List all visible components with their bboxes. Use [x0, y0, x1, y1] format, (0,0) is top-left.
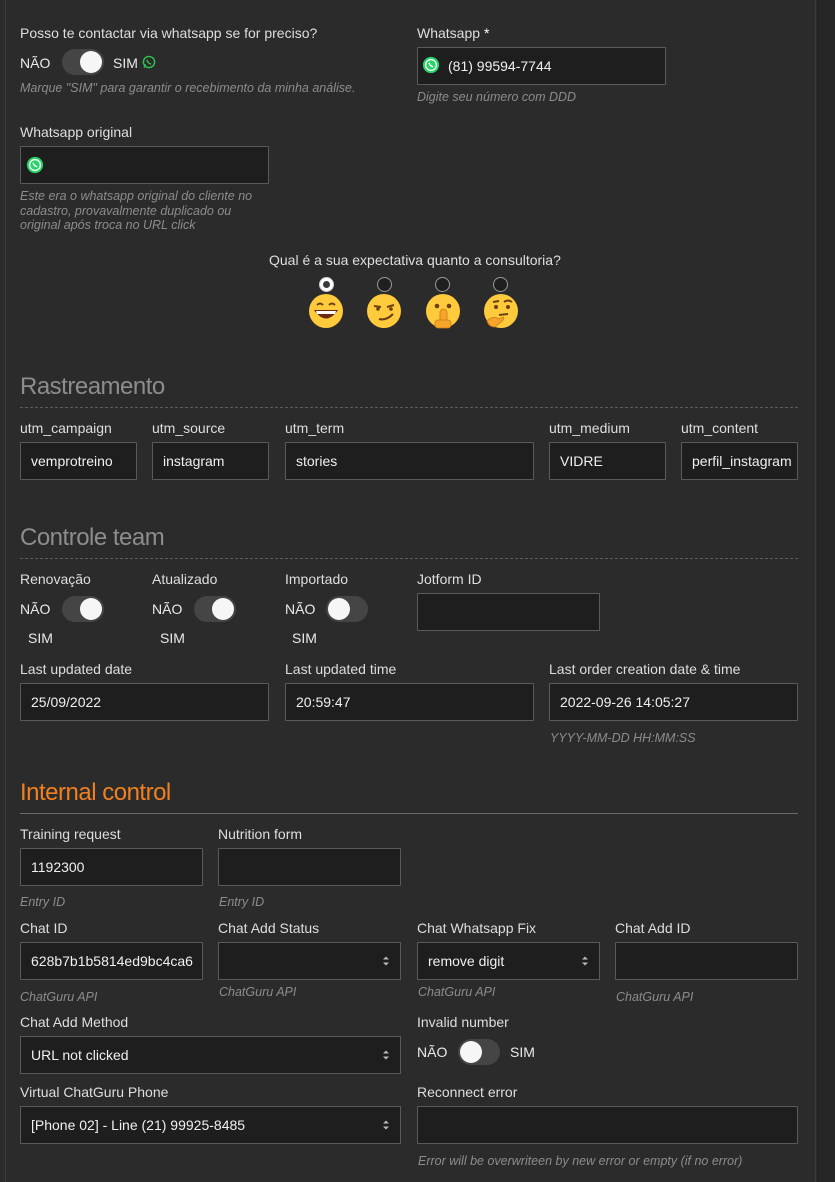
- chat-wa-fix-hint: ChatGuru API: [418, 985, 496, 999]
- reconnect-label: Reconnect error: [417, 1084, 518, 1100]
- select-caret-icon: [582, 956, 588, 966]
- utm-medium-label: utm_medium: [549, 420, 630, 436]
- select-caret-icon: [383, 956, 389, 966]
- nutrition-input[interactable]: [218, 848, 401, 886]
- thinking-face-icon[interactable]: [483, 293, 519, 329]
- shushing-face-icon[interactable]: [425, 293, 461, 329]
- whatsapp-icon: [142, 55, 156, 69]
- internal-title: Internal control: [20, 779, 171, 806]
- utm-content-label: utm_content: [681, 420, 759, 436]
- utm-source-label: utm_source: [152, 420, 226, 436]
- chat-id-hint: ChatGuru API: [20, 990, 98, 1004]
- atualizado-no: NÃO: [152, 601, 183, 617]
- team-divider: [20, 558, 798, 559]
- expectation-radio-3[interactable]: [435, 277, 450, 292]
- chat-id-label: Chat ID: [20, 920, 68, 936]
- last-order-hint: YYYY-MM-DD HH:MM:SS: [550, 731, 696, 745]
- team-title: Controle team: [20, 524, 165, 551]
- renovacao-yes: SIM: [28, 630, 53, 646]
- virtual-phone-select[interactable]: [Phone 02] - Line (21) 99925-8485: [20, 1106, 401, 1144]
- chat-add-id-hint: ChatGuru API: [616, 990, 694, 1004]
- contact-yes-label: SIM: [113, 55, 138, 71]
- utm-content-input[interactable]: perfil_instagram: [681, 442, 798, 480]
- renovacao-label: Renovação: [20, 571, 91, 587]
- atualizado-label: Atualizado: [152, 571, 218, 587]
- whatsapp-icon: [26, 156, 44, 174]
- chat-add-id-label: Chat Add ID: [615, 920, 691, 936]
- chat-add-id-input[interactable]: [615, 942, 798, 980]
- whatsapp-label: Whatsapp *: [417, 25, 490, 41]
- last-order-input[interactable]: 2022-09-26 14:05:27: [549, 683, 798, 721]
- smirking-face-icon[interactable]: [366, 293, 402, 329]
- training-hint: Entry ID: [20, 895, 66, 909]
- last-time-input[interactable]: 20:59:47: [285, 683, 534, 721]
- original-whatsapp-input[interactable]: [20, 146, 269, 184]
- scrollbar-track[interactable]: [817, 0, 835, 1182]
- nutrition-hint: Entry ID: [219, 895, 265, 909]
- atualizado-toggle[interactable]: [194, 596, 236, 622]
- invalid-number-label: Invalid number: [417, 1014, 509, 1030]
- nutrition-label: Nutrition form: [218, 826, 303, 842]
- select-caret-icon: [383, 1120, 389, 1130]
- internal-divider: [20, 813, 798, 814]
- reconnect-hint: Error will be overwriteen by new error o…: [418, 1154, 743, 1168]
- chat-add-status-hint: ChatGuru API: [219, 985, 297, 999]
- chat-wa-fix-label: Chat Whatsapp Fix: [417, 920, 537, 936]
- invalid-number-yes: SIM: [510, 1044, 535, 1060]
- tracking-divider: [20, 407, 798, 408]
- utm-term-input[interactable]: stories: [285, 442, 534, 480]
- chat-wa-fix-select[interactable]: remove digit: [417, 942, 600, 980]
- jotform-label: Jotform ID: [417, 571, 482, 587]
- invalid-number-no: NÃO: [417, 1044, 448, 1060]
- importado-label: Importado: [285, 571, 349, 587]
- expectation-radio-1[interactable]: [319, 277, 334, 292]
- expectation-radio-4[interactable]: [493, 277, 508, 292]
- invalid-number-toggle[interactable]: [458, 1039, 500, 1065]
- last-time-label: Last updated time: [285, 661, 397, 677]
- reconnect-input[interactable]: [417, 1106, 798, 1144]
- last-date-input[interactable]: 25/09/2022: [20, 683, 269, 721]
- whatsapp-input[interactable]: (81) 99594-7744: [417, 47, 666, 85]
- utm-term-label: utm_term: [285, 420, 345, 436]
- importado-yes: SIM: [292, 630, 317, 646]
- chat-add-status-select[interactable]: [218, 942, 401, 980]
- whatsapp-hint: Digite seu número com DDD: [417, 90, 577, 104]
- renovacao-no: NÃO: [20, 601, 51, 617]
- chat-id-input[interactable]: 628b7b1b5814ed9bc4ca6: [20, 942, 203, 980]
- last-order-label: Last order creation date & time: [549, 661, 741, 677]
- whatsapp-icon: [422, 56, 440, 74]
- jotform-input[interactable]: [417, 593, 600, 631]
- expectation-question: Qual é a sua expectativa quanto a consul…: [269, 252, 561, 268]
- chat-add-status-label: Chat Add Status: [218, 920, 320, 936]
- contact-hint: Marque "SIM" para garantir o recebimento…: [20, 81, 356, 95]
- importado-toggle[interactable]: [326, 596, 368, 622]
- select-caret-icon: [383, 1050, 389, 1060]
- utm-medium-input[interactable]: VIDRE: [549, 442, 666, 480]
- chat-add-method-select[interactable]: URL not clicked: [20, 1036, 401, 1074]
- utm-campaign-label: utm_campaign: [20, 420, 112, 436]
- virtual-phone-label: Virtual ChatGuru Phone: [20, 1084, 169, 1100]
- contact-question: Posso te contactar via whatsapp se for p…: [20, 25, 318, 41]
- training-label: Training request: [20, 826, 121, 842]
- contact-toggle[interactable]: [62, 49, 104, 75]
- contact-no-label: NÃO: [20, 55, 51, 71]
- chat-add-method-label: Chat Add Method: [20, 1014, 129, 1030]
- importado-no: NÃO: [285, 601, 316, 617]
- original-hint: Este era o whatsapp original do cliente …: [20, 189, 253, 232]
- atualizado-yes: SIM: [160, 630, 185, 646]
- grinning-face-icon[interactable]: [308, 293, 344, 329]
- utm-campaign-input[interactable]: vemprotreino: [20, 442, 137, 480]
- last-date-label: Last updated date: [20, 661, 133, 677]
- utm-source-input[interactable]: instagram: [152, 442, 269, 480]
- expectation-radio-2[interactable]: [377, 277, 392, 292]
- renovacao-toggle[interactable]: [62, 596, 104, 622]
- training-input[interactable]: 1192300: [20, 848, 203, 886]
- original-label: Whatsapp original: [20, 124, 133, 140]
- tracking-title: Rastreamento: [20, 373, 165, 400]
